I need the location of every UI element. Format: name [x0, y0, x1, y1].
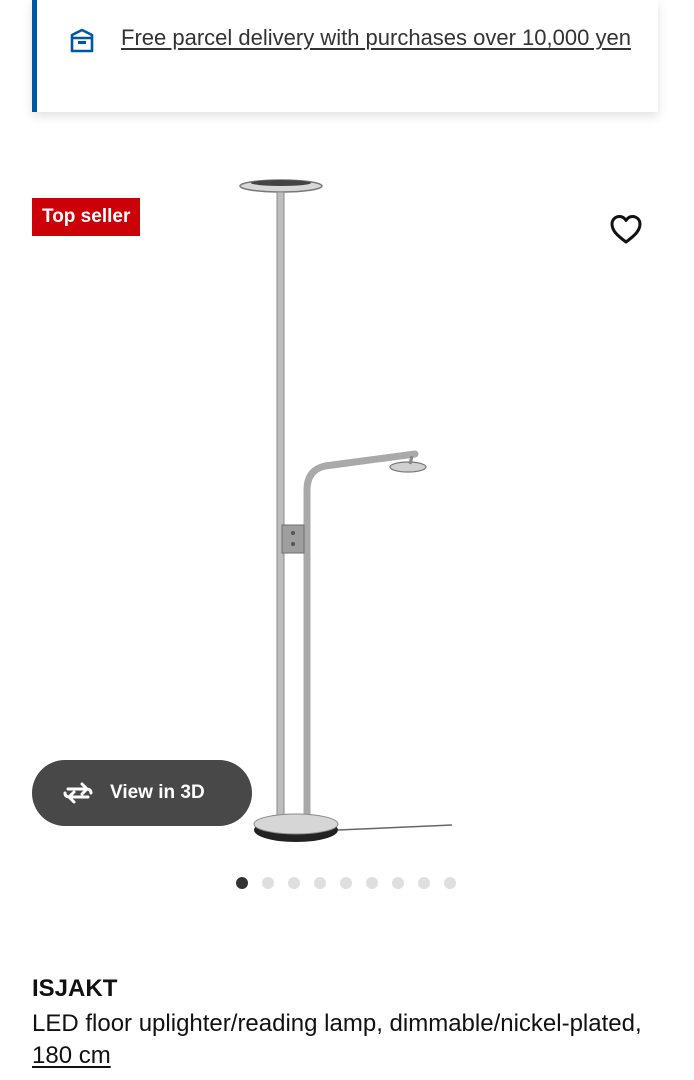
carousel-dot[interactable]: [392, 877, 404, 889]
product-image: [239, 179, 453, 842]
delivery-banner[interactable]: Free parcel delivery with purchases over…: [32, 0, 658, 112]
rotate-arrows-icon: [63, 782, 93, 804]
carousel-dot[interactable]: [236, 877, 248, 889]
product-description-text: LED floor uplighter/reading lamp, dimmab…: [32, 1010, 642, 1037]
carousel-dot[interactable]: [262, 877, 274, 889]
carousel-dot[interactable]: [444, 877, 456, 889]
carousel-dot[interactable]: [340, 877, 352, 889]
product-description: LED floor uplighter/reading lamp, dimmab…: [32, 1008, 672, 1072]
delivery-box-icon: [70, 28, 94, 53]
view-in-3d-label: View in 3D: [110, 782, 205, 803]
product-name[interactable]: ISJAKT: [32, 975, 117, 1003]
product-size-link[interactable]: 180 cm: [32, 1042, 111, 1069]
carousel-dot[interactable]: [314, 877, 326, 889]
image-carousel-dots: [236, 877, 456, 889]
carousel-dot[interactable]: [418, 877, 430, 889]
heart-outline-icon[interactable]: [608, 212, 644, 248]
carousel-dot[interactable]: [288, 877, 300, 889]
delivery-banner-link[interactable]: Free parcel delivery with purchases over…: [121, 20, 641, 55]
carousel-dot[interactable]: [366, 877, 378, 889]
view-in-3d-button[interactable]: View in 3D: [32, 760, 252, 826]
top-seller-badge: Top seller: [32, 198, 141, 236]
